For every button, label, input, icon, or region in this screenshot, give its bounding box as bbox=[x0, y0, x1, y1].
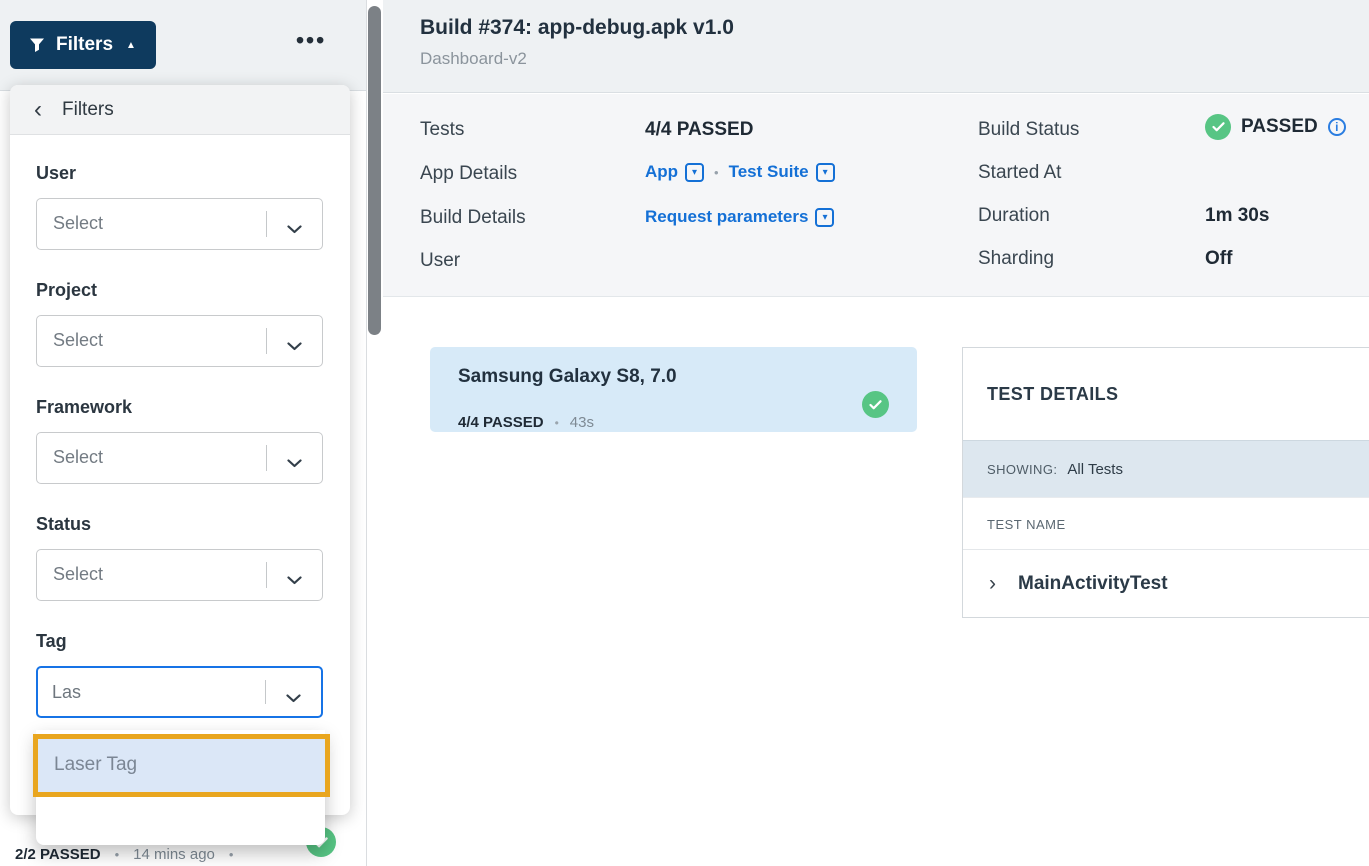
filters-panel: ‹ Filters User Select Project Select Fra… bbox=[10, 85, 350, 815]
chevron-right-icon: › bbox=[989, 572, 996, 596]
tag-suggestions-dropdown: Laser Tag bbox=[36, 730, 325, 845]
page-title: Build #374: app-debug.apk v1.0 bbox=[420, 16, 734, 40]
user-filter-select[interactable]: Select bbox=[36, 198, 323, 250]
separator-dot: • bbox=[229, 847, 234, 862]
framework-filter-select[interactable]: Select bbox=[36, 432, 323, 484]
select-divider bbox=[266, 211, 267, 237]
app-root: Filters ▲ ••• 2/2 PASSED • 14 mins ago •… bbox=[0, 0, 1369, 866]
separator-dot: • bbox=[714, 165, 719, 180]
filters-panel-title: Filters bbox=[62, 99, 114, 121]
test-name: MainActivityTest bbox=[1018, 573, 1168, 595]
separator-dot: • bbox=[115, 847, 120, 862]
app-link[interactable]: App ▾ bbox=[645, 162, 704, 182]
caret-down-boxed-icon[interactable]: ▾ bbox=[685, 163, 704, 182]
passed-check-icon bbox=[1205, 114, 1231, 140]
filters-toggle-button[interactable]: Filters ▲ bbox=[10, 21, 156, 69]
test-name-column-header: TEST NAME bbox=[963, 497, 1369, 550]
project-filter-label: Project bbox=[36, 280, 324, 301]
select-divider bbox=[266, 328, 267, 354]
select-divider bbox=[265, 680, 266, 704]
chevron-down-icon bbox=[287, 221, 302, 239]
sidebar-divider bbox=[366, 0, 367, 866]
caret-down-boxed-icon[interactable]: ▾ bbox=[815, 208, 834, 227]
user-label: User bbox=[420, 250, 460, 272]
showing-label: SHOWING: bbox=[987, 462, 1057, 477]
build-details-label: Build Details bbox=[420, 207, 526, 229]
tag-option-laser-tag[interactable]: Laser Tag bbox=[36, 737, 325, 793]
build-status-label: Build Status bbox=[978, 119, 1079, 141]
tests-label: Tests bbox=[420, 119, 464, 141]
select-placeholder: Select bbox=[53, 564, 103, 585]
request-parameters-label: Request parameters bbox=[645, 207, 808, 227]
tag-filter-select[interactable] bbox=[36, 666, 323, 718]
back-chevron-icon[interactable]: ‹ bbox=[34, 98, 42, 122]
filter-funnel-icon bbox=[29, 37, 45, 53]
test-suite-link-label: Test Suite bbox=[729, 162, 809, 182]
chevron-down-icon bbox=[287, 455, 302, 473]
build-time-ago: 14 mins ago bbox=[133, 846, 215, 863]
sidebar-scrollbar-thumb[interactable] bbox=[368, 6, 381, 335]
caret-down-boxed-icon[interactable]: ▾ bbox=[816, 163, 835, 182]
select-divider bbox=[266, 445, 267, 471]
tag-filter-label: Tag bbox=[36, 631, 324, 652]
project-filter-select[interactable]: Select bbox=[36, 315, 323, 367]
device-session-duration: 43s bbox=[570, 414, 594, 431]
request-parameters-link[interactable]: Request parameters ▾ bbox=[645, 207, 834, 227]
showing-filter-band: SHOWING: All Tests bbox=[963, 440, 1369, 497]
build-tests-passed: 2/2 PASSED bbox=[15, 846, 101, 863]
showing-value: All Tests bbox=[1067, 461, 1123, 478]
device-session-card[interactable]: Samsung Galaxy S8, 7.0 4/4 PASSED • 43s bbox=[430, 347, 917, 432]
user-filter-label: User bbox=[36, 163, 324, 184]
filters-button-label: Filters bbox=[56, 34, 113, 56]
collapse-caret-icon: ▲ bbox=[126, 40, 136, 51]
duration-value: 1m 30s bbox=[1205, 205, 1269, 227]
info-icon[interactable]: i bbox=[1328, 118, 1346, 136]
build-status-value: PASSED i bbox=[1205, 114, 1346, 140]
duration-label: Duration bbox=[978, 205, 1050, 227]
select-divider bbox=[266, 562, 267, 588]
device-name: Samsung Galaxy S8, 7.0 bbox=[458, 366, 677, 388]
page-subtitle: Dashboard-v2 bbox=[420, 49, 527, 69]
status-filter-select[interactable]: Select bbox=[36, 549, 323, 601]
sharding-label: Sharding bbox=[978, 248, 1054, 270]
tests-value: 4/4 PASSED bbox=[645, 119, 753, 141]
select-placeholder: Select bbox=[53, 447, 103, 468]
select-placeholder: Select bbox=[53, 330, 103, 351]
sidebar-build-list-item[interactable]: 2/2 PASSED • 14 mins ago • bbox=[15, 846, 247, 863]
build-details-links: Request parameters ▾ bbox=[645, 206, 834, 228]
test-suite-link[interactable]: Test Suite ▾ bbox=[729, 162, 835, 182]
device-session-summary: 4/4 PASSED • 43s bbox=[458, 414, 594, 431]
device-passed-check-icon bbox=[862, 391, 889, 418]
tag-filter-input[interactable] bbox=[52, 668, 262, 716]
more-options-icon[interactable]: ••• bbox=[296, 27, 326, 54]
separator-dot: • bbox=[555, 416, 559, 430]
chevron-down-icon bbox=[287, 572, 302, 590]
chevron-down-icon bbox=[286, 690, 301, 708]
test-details-panel: TEST DETAILS SHOWING: All Tests TEST NAM… bbox=[962, 347, 1369, 618]
filters-panel-header: ‹ Filters bbox=[10, 85, 350, 135]
select-placeholder: Select bbox=[53, 213, 103, 234]
build-status-text: PASSED bbox=[1241, 116, 1318, 138]
chevron-down-icon bbox=[287, 338, 302, 356]
sharding-value: Off bbox=[1205, 248, 1232, 270]
framework-filter-label: Framework bbox=[36, 397, 324, 418]
filters-panel-body: User Select Project Select Framework Sel… bbox=[10, 135, 350, 718]
sidebar-top-band: Filters ▲ ••• bbox=[0, 0, 366, 91]
build-summary-band: Tests 4/4 PASSED App Details App ▾ • Tes… bbox=[383, 94, 1369, 297]
status-filter-label: Status bbox=[36, 514, 324, 535]
test-details-title: TEST DETAILS bbox=[963, 348, 1369, 440]
app-details-label: App Details bbox=[420, 163, 517, 185]
build-header-band: Build #374: app-debug.apk v1.0 Dashboard… bbox=[383, 0, 1369, 93]
test-row-mainactivitytest[interactable]: › MainActivityTest bbox=[963, 550, 1369, 617]
app-link-label: App bbox=[645, 162, 678, 182]
app-details-links: App ▾ • Test Suite ▾ bbox=[645, 162, 835, 182]
started-at-label: Started At bbox=[978, 162, 1061, 184]
device-tests-passed: 4/4 PASSED bbox=[458, 414, 544, 431]
